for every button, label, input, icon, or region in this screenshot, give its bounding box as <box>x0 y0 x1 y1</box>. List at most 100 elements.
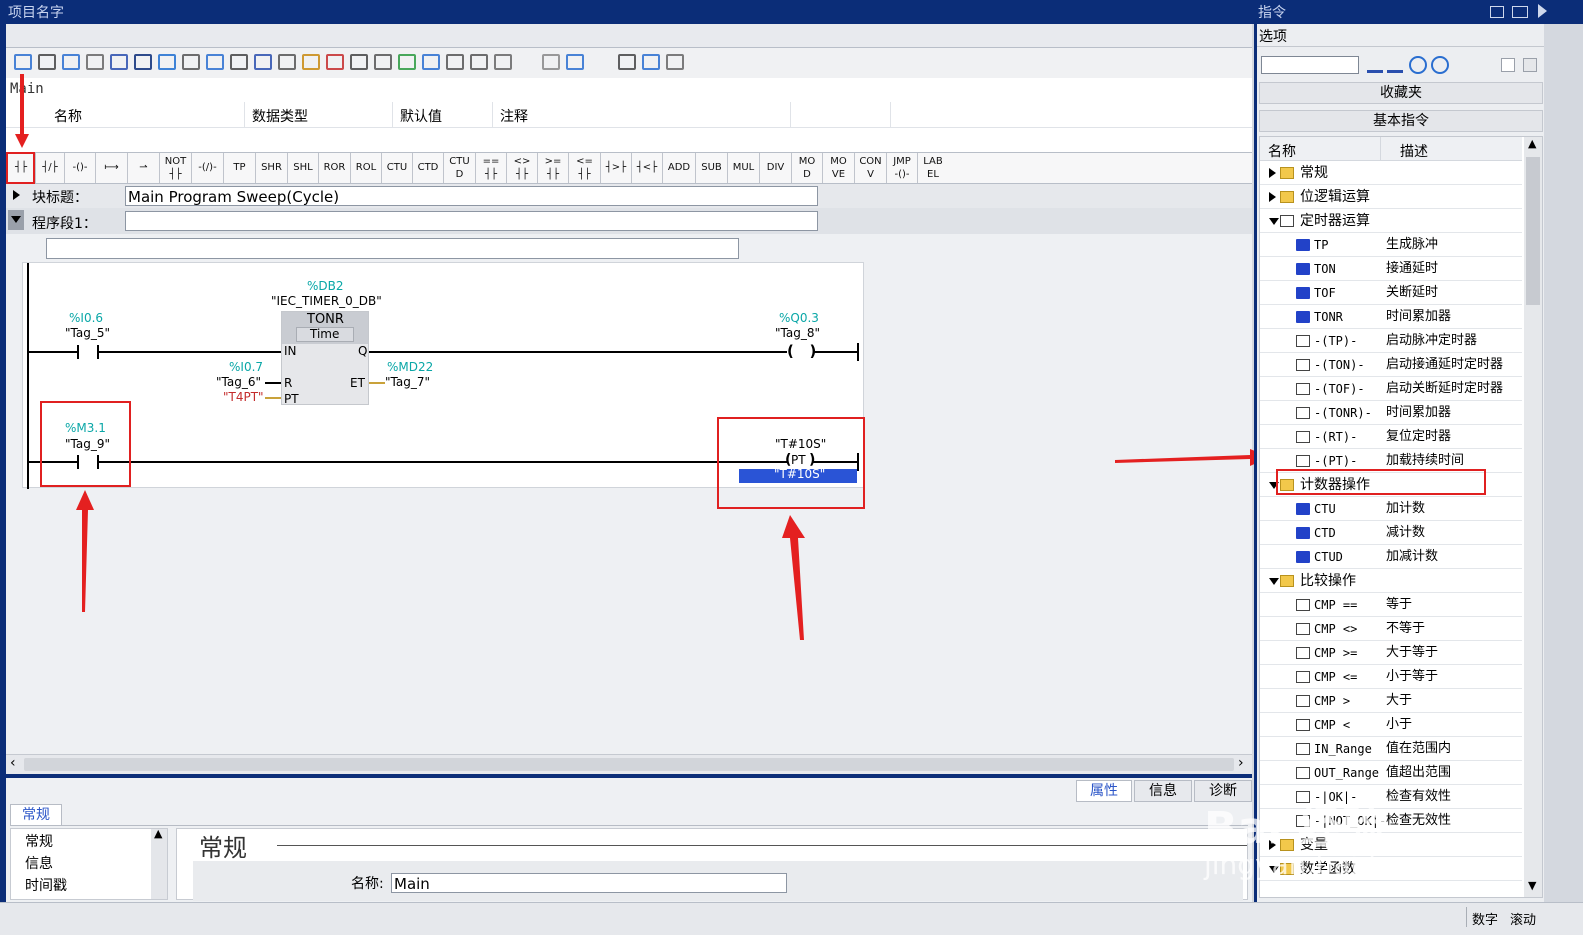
tree-row[interactable]: IN_Range 值在范围内 <box>1260 737 1522 761</box>
toolbar-tool-icon[interactable] <box>374 54 392 70</box>
tree-row[interactable]: CTUD 加减计数 <box>1260 545 1522 569</box>
instr-button[interactable]: ADD <box>662 153 695 183</box>
instr-button[interactable]: ┤<├ <box>631 153 662 183</box>
timer-db-name[interactable]: "IEC_TIMER_0_DB" <box>271 294 382 308</box>
toolbar-tool-icon[interactable] <box>38 54 56 70</box>
expand-arrow-icon[interactable] <box>1269 168 1276 178</box>
et-output-address[interactable]: %MD22 <box>387 360 433 374</box>
nav-compile[interactable]: 编译 <box>25 896 53 899</box>
nav-timestamp[interactable]: 时间戳 <box>25 875 67 895</box>
tree-row[interactable]: CMP <= 小于等于 <box>1260 665 1522 689</box>
instr-button[interactable]: >= ┤├ <box>537 153 568 183</box>
tree-row[interactable]: CMP >= 大于等于 <box>1260 641 1522 665</box>
collapse-arrow-icon[interactable] <box>1269 218 1279 225</box>
tab-diagnostics[interactable]: 诊断 <box>1194 780 1252 802</box>
instr-button[interactable]: ┤/├ <box>35 153 64 183</box>
tree-row[interactable]: CTU 加计数 <box>1260 497 1522 521</box>
toolbar-tool-icon[interactable] <box>666 54 684 70</box>
instr-button[interactable]: CTU D <box>443 153 475 183</box>
scroll-thumb[interactable] <box>24 758 1234 771</box>
tree-row[interactable]: -(RT)- 复位定时器 <box>1260 425 1522 449</box>
basic-instructions-header[interactable]: 基本指令 <box>1259 110 1543 132</box>
instr-button[interactable]: MO VE <box>822 153 854 183</box>
collapse-arrow-icon[interactable] <box>1269 866 1279 873</box>
contact1-left[interactable] <box>77 345 79 359</box>
expand-arrow-icon[interactable] <box>13 190 20 200</box>
network-comment-input[interactable] <box>46 238 739 259</box>
toolbar-tool-icon[interactable] <box>618 54 636 70</box>
output-coil[interactable]: ( ) <box>787 342 816 360</box>
sort-icon-2[interactable] <box>1387 57 1403 73</box>
r-input-address[interactable]: %I0.7 <box>229 360 263 374</box>
favorites-header[interactable]: 收藏夹 <box>1259 82 1543 104</box>
instr-button[interactable]: -()- <box>64 153 95 183</box>
toolbar-tool-icon[interactable] <box>642 54 660 70</box>
panel-restore-icon[interactable] <box>1490 6 1504 18</box>
expand-arrow-icon[interactable] <box>1269 192 1276 202</box>
tree-row[interactable]: -(TP)- 启动脉冲定时器 <box>1260 329 1522 353</box>
expand-arrow-icon[interactable] <box>1269 840 1276 850</box>
view-icon-1[interactable] <box>1501 58 1515 72</box>
contact1-right[interactable] <box>97 345 99 359</box>
scroll-left-icon[interactable]: ‹ <box>10 755 16 771</box>
instr-button[interactable]: ⇀ <box>127 153 159 183</box>
tree-row[interactable]: 变量 <box>1260 833 1522 857</box>
toolbar-tool-icon[interactable] <box>398 54 416 70</box>
instr-button[interactable]: CTU <box>381 153 412 183</box>
tree-v-scrollbar[interactable]: ▲ ▼ <box>1524 137 1542 897</box>
nav-general[interactable]: 常规 <box>25 831 53 851</box>
instr-button[interactable]: == ┤├ <box>475 153 506 183</box>
tree-row[interactable]: -(TON)- 启动接通延时定时器 <box>1260 353 1522 377</box>
tree-row[interactable]: -(TOF)- 启动关断延时定时器 <box>1260 377 1522 401</box>
nav-scrollbar[interactable]: ▲ <box>151 829 167 899</box>
instr-button[interactable]: NOT ┤├ <box>159 153 191 183</box>
tree-row[interactable]: OUT_Range 值超出范围 <box>1260 761 1522 785</box>
timer-db-address[interactable]: %DB2 <box>307 279 344 293</box>
instr-button[interactable]: TP <box>223 153 255 183</box>
tree-row[interactable]: -|OK|- 检查有效性 <box>1260 785 1522 809</box>
toolbar-tool-icon[interactable] <box>14 54 32 70</box>
instr-button[interactable]: LAB EL <box>917 153 948 183</box>
tree-row[interactable]: TOF 关断延时 <box>1260 281 1522 305</box>
instr-button[interactable]: CTD <box>412 153 443 183</box>
block-title-input[interactable]: Main Program Sweep(Cycle) <box>125 186 818 206</box>
instr-button[interactable]: SHL <box>287 153 318 183</box>
toolbar-tool-icon[interactable] <box>134 54 152 70</box>
tree-row[interactable]: -(TONR)- 时间累加器 <box>1260 401 1522 425</box>
tree-row[interactable]: CTD 减计数 <box>1260 521 1522 545</box>
r-input-tag[interactable]: "Tag_6" <box>216 375 261 389</box>
col-name[interactable]: 名称 <box>54 106 82 126</box>
toolbar-tool-icon[interactable] <box>542 54 560 70</box>
instr-button[interactable]: <= ┤├ <box>568 153 600 183</box>
view-icon-2[interactable] <box>1523 58 1537 72</box>
instr-button[interactable]: DIV <box>759 153 791 183</box>
toolbar-tool-icon[interactable] <box>110 54 128 70</box>
contact1-tag[interactable]: "Tag_5" <box>65 326 110 340</box>
instr-button[interactable]: <> ┤├ <box>506 153 537 183</box>
tree-row[interactable]: 常规 <box>1260 161 1522 185</box>
toolbar-tool-icon[interactable] <box>326 54 344 70</box>
editor-h-scrollbar[interactable]: ‹ › <box>6 754 1252 774</box>
toolbar-tool-icon[interactable] <box>182 54 200 70</box>
tree-scroll-thumb[interactable] <box>1526 157 1540 305</box>
contact1-address[interactable]: %I0.6 <box>69 311 103 325</box>
instr-button[interactable]: -(/)- <box>191 153 223 183</box>
tab-info[interactable]: 信息 <box>1134 780 1192 802</box>
toolbar-tool-icon[interactable] <box>254 54 272 70</box>
toolbar-tool-icon[interactable] <box>86 54 104 70</box>
toolbar-tool-icon[interactable] <box>158 54 176 70</box>
tree-row[interactable]: CMP <> 不等于 <box>1260 617 1522 641</box>
toolbar-tool-icon[interactable] <box>422 54 440 70</box>
tree-col-name[interactable]: 名称 <box>1268 141 1296 161</box>
toolbar-tool-icon[interactable] <box>446 54 464 70</box>
instruction-search-input[interactable] <box>1261 56 1359 74</box>
tab-general[interactable]: 常规 <box>10 804 62 826</box>
instr-button[interactable]: MO D <box>791 153 822 183</box>
toolbar-tool-icon[interactable] <box>494 54 512 70</box>
tonr-timer-block[interactable]: TONR Time IN Q R ET PT <box>281 311 369 406</box>
tree-row[interactable]: CMP > 大于 <box>1260 689 1522 713</box>
instr-button[interactable]: ROL <box>350 153 381 183</box>
tree-row[interactable]: CMP < 小于 <box>1260 713 1522 737</box>
tree-row[interactable]: TP 生成脉冲 <box>1260 233 1522 257</box>
toolbar-tool-icon[interactable] <box>230 54 248 70</box>
